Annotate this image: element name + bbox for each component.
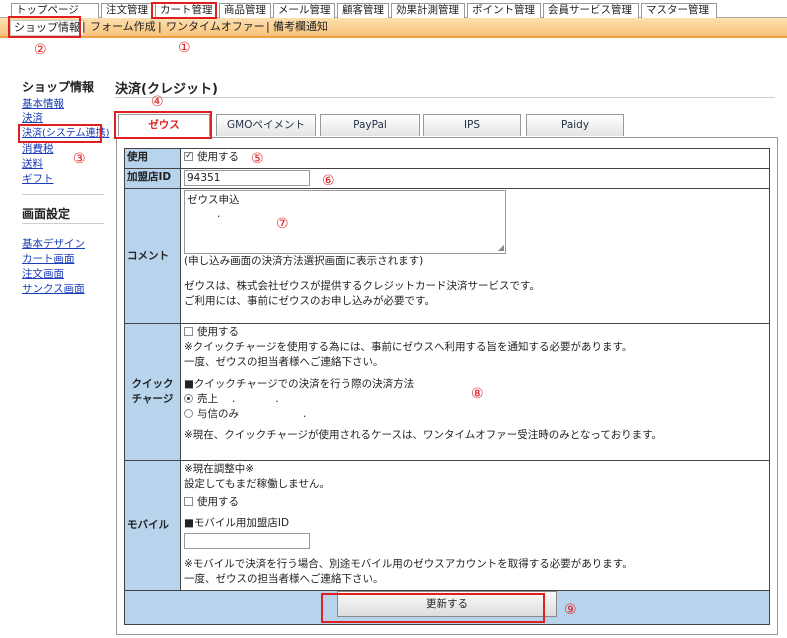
subnav-form[interactable]: フォーム作成 bbox=[90, 20, 156, 34]
tab-gmo[interactable]: GMOペイメント bbox=[216, 114, 316, 136]
mobile-status-2: 設定してもまだ稼働しません。 bbox=[184, 478, 330, 490]
tab-points[interactable]: ポイント管理 bbox=[467, 3, 541, 18]
quick-charge-label: クイックチャージ bbox=[124, 323, 181, 461]
comment-desc-1: ゼウスは、株式会社ゼウスが提供するクレジットカード決済サービスです。 bbox=[184, 280, 540, 292]
quick-charge-checkbox[interactable] bbox=[184, 326, 193, 336]
sidebar-link-basic-design[interactable]: 基本デザイン bbox=[22, 238, 85, 251]
stray-dot: . bbox=[232, 393, 236, 405]
radio-auth-only-label: 与信のみ bbox=[197, 408, 239, 420]
highlight-shop-info bbox=[8, 16, 81, 38]
annotation-7: ⑦ bbox=[276, 216, 289, 232]
annotation-8: ⑧ bbox=[471, 386, 484, 402]
sidebar-heading-shop: ショップ情報 bbox=[22, 80, 95, 94]
subnav-separator: | bbox=[266, 20, 270, 33]
quick-charge-checkbox-label: 使用する bbox=[197, 326, 239, 338]
subnav-remarks[interactable]: 備考欄通知 bbox=[273, 20, 328, 34]
comment-textarea[interactable]: ゼウス申込 . ◢ bbox=[184, 190, 506, 254]
merchant-id-label: 加盟店ID bbox=[124, 168, 181, 189]
sidebar-link-gift[interactable]: ギフト bbox=[22, 173, 54, 186]
mobile-id-heading: ■モバイル用加盟店ID bbox=[184, 517, 290, 529]
mobile-note-1: ※モバイルで決済を行う場合、別途モバイル用のゼウスアカウントを取得する必要があり… bbox=[184, 558, 633, 570]
mobile-note-2: 一度、ゼウスの担当者様へご連絡下さい。 bbox=[184, 573, 384, 585]
comment-line-2: . bbox=[217, 208, 221, 220]
highlight-zeus-tab bbox=[114, 111, 212, 139]
comment-line-1: ゼウス申込 bbox=[187, 194, 240, 206]
sidebar-link-tax[interactable]: 消費税 bbox=[22, 143, 54, 156]
subnav-separator: | bbox=[158, 20, 162, 33]
radio-sale-label: 売上 bbox=[197, 393, 218, 405]
tab-orders[interactable]: 注文管理 bbox=[101, 3, 153, 18]
tab-effect[interactable]: 効果計測管理 bbox=[391, 3, 465, 18]
top-navigation: トップページ 注文管理 カート管理 商品管理 メール管理 顧客管理 効果計測管理… bbox=[0, 0, 787, 18]
annotation-6: ⑥ bbox=[322, 173, 335, 189]
settings-form: 使用 使用する 加盟店ID 94351 コメント ゼウス申込 . ◢ (申し込み… bbox=[124, 148, 770, 625]
tab-paypal[interactable]: PayPal bbox=[320, 114, 420, 136]
radio-sale[interactable] bbox=[184, 393, 193, 403]
tab-customers[interactable]: 顧客管理 bbox=[337, 3, 389, 18]
merchant-id-input[interactable]: 94351 bbox=[184, 170, 310, 186]
radio-auth-only[interactable] bbox=[184, 408, 193, 418]
annotation-3: ③ bbox=[73, 151, 86, 167]
sub-navigation: ショップ情報 | フォーム作成 | ワンタイムオファー | 備考欄通知 bbox=[0, 18, 787, 38]
stray-dot: . bbox=[275, 393, 279, 405]
quick-charge-note-1: ※クイックチャージを使用する為には、事前にゼウスへ利用する旨を通知する必要があり… bbox=[184, 341, 633, 353]
sidebar-link-shipping[interactable]: 送料 bbox=[22, 158, 43, 171]
mobile-status-1: ※現在調整中※ bbox=[184, 463, 255, 475]
sidebar-link-basic[interactable]: 基本情報 bbox=[22, 98, 64, 111]
highlight-cart-tab bbox=[151, 2, 217, 19]
mobile-label: モバイル bbox=[124, 460, 181, 591]
sidebar-link-thanks-screen[interactable]: サンクス画面 bbox=[22, 283, 85, 296]
quick-charge-note-2: 一度、ゼウスの担当者様へご連絡下さい。 bbox=[184, 356, 384, 368]
use-label: 使用 bbox=[124, 148, 181, 169]
annotation-9: ⑨ bbox=[564, 602, 577, 618]
annotation-4: ④ bbox=[151, 94, 164, 110]
sidebar-link-cart-screen[interactable]: カート画面 bbox=[22, 253, 75, 266]
sidebar-link-order-screen[interactable]: 注文画面 bbox=[22, 268, 64, 281]
annotation-5: ⑤ bbox=[251, 151, 264, 167]
subnav-separator: | bbox=[82, 20, 86, 33]
tab-paidy[interactable]: Paidy bbox=[526, 114, 624, 136]
comment-desc-2: ご利用には、事前にゼウスのお申し込みが必要です。 bbox=[184, 295, 435, 307]
stray-dot: . bbox=[303, 408, 307, 420]
tab-ips[interactable]: IPS bbox=[423, 114, 521, 136]
mobile-checkbox-label: 使用する bbox=[197, 496, 239, 508]
annotation-2: ② bbox=[34, 42, 47, 58]
mobile-checkbox[interactable] bbox=[184, 496, 193, 506]
comment-label: コメント bbox=[124, 188, 181, 324]
tab-products[interactable]: 商品管理 bbox=[219, 3, 271, 18]
use-checkbox[interactable] bbox=[184, 149, 193, 164]
annotation-1: ① bbox=[178, 40, 191, 56]
sidebar-heading-screen: 画面設定 bbox=[22, 207, 71, 221]
comment-note: (申し込み画面の決済方法選択画面に表示されます) bbox=[184, 255, 424, 267]
tab-master[interactable]: マスター管理 bbox=[641, 3, 717, 18]
use-checkbox-label: 使用する bbox=[197, 151, 239, 163]
tab-member-service[interactable]: 会員サービス管理 bbox=[543, 3, 639, 18]
page-title: 決済(クレジット) bbox=[115, 82, 218, 97]
subnav-one-time-offer[interactable]: ワンタイムオファー bbox=[166, 20, 265, 34]
tab-mail[interactable]: メール管理 bbox=[273, 3, 335, 18]
highlight-payment-system bbox=[18, 124, 102, 143]
highlight-update-button bbox=[321, 593, 545, 623]
quick-charge-note-3: ※現在、クイックチャージが使用されるケースは、ワンタイムオファー受注時のみとなっ… bbox=[184, 429, 663, 441]
mobile-id-input[interactable] bbox=[184, 533, 310, 549]
